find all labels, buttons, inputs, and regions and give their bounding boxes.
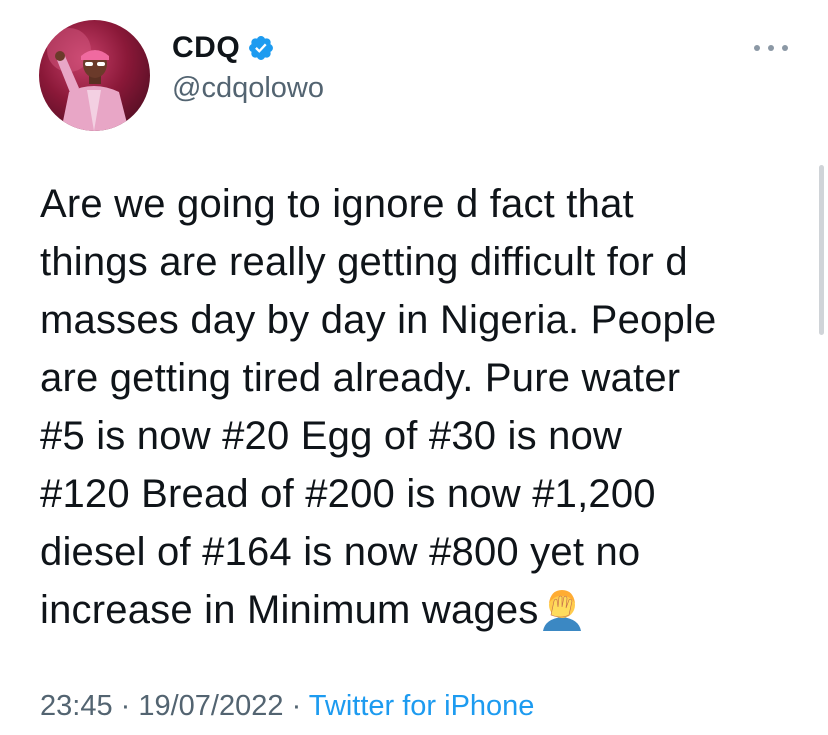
avatar[interactable] (39, 20, 150, 131)
tweet-text-line: increase in Minimum wages (40, 588, 539, 632)
tweet-text-line: #120 Bread of #200 is now #1,200 (40, 472, 656, 516)
dot (782, 45, 788, 51)
tweet-text-line: are getting tired already. Pure water (40, 356, 681, 400)
dot (768, 45, 774, 51)
facepalm-emoji-icon (542, 590, 581, 631)
verified-badge-icon (249, 36, 274, 60)
scrollbar[interactable] (819, 165, 824, 335)
tweet-source-link[interactable]: Twitter for iPhone (309, 690, 535, 722)
tweet-card: CDQ @cdqolowo Are we going to ignore d f… (0, 0, 828, 735)
author-name-row: CDQ (172, 30, 324, 66)
meta-separator: · (283, 690, 309, 722)
tweet-text-line: Are we going to ignore d fact that (40, 182, 634, 226)
user-avatar-icon (47, 28, 129, 131)
tweet-text: Are we going to ignore d fact that thing… (40, 175, 800, 639)
tweet-text-line: diesel of #164 is now #800 yet no (40, 530, 641, 574)
tweet-text-line: #5 is now #20 Egg of #30 is now (40, 414, 623, 458)
more-options-icon[interactable] (754, 38, 788, 58)
tweet-time[interactable]: 23:45 (40, 690, 113, 722)
author-display-name[interactable]: CDQ (172, 31, 240, 65)
dot (754, 45, 760, 51)
tweet-text-line: things are really getting difficult for … (40, 240, 688, 284)
tweet-text-line: masses day by day in Nigeria. People (40, 298, 717, 342)
author-block: CDQ @cdqolowo (172, 30, 324, 105)
tweet-metadata: 23:45 · 19/07/2022 · Twitter for iPhone (40, 690, 534, 723)
meta-separator: · (112, 690, 139, 722)
tweet-text-line-last: increase in Minimum wages 🤦‍♂️ (40, 581, 800, 639)
tweet-date[interactable]: 19/07/2022 (138, 690, 283, 722)
author-handle[interactable]: @cdqolowo (172, 72, 324, 105)
